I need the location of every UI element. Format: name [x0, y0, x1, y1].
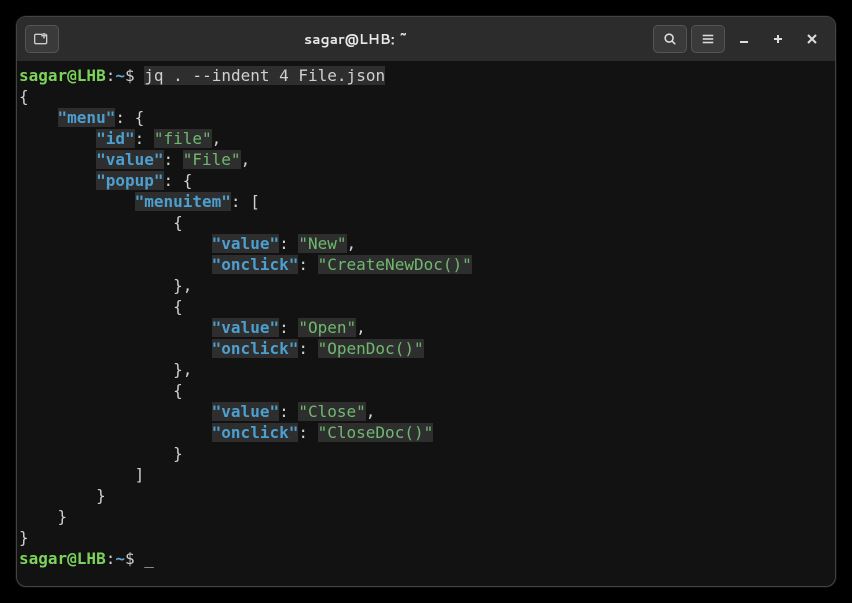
- json-string: "OpenDoc()": [318, 339, 424, 358]
- prompt-path: ~: [115, 549, 125, 568]
- json-key: "onclick": [212, 255, 299, 274]
- json-key: "value": [96, 150, 163, 169]
- prompt-symbol: $: [125, 66, 135, 85]
- json-string: "file": [154, 129, 212, 148]
- titlebar: sagar@LHB: ~: [17, 17, 835, 61]
- json-string: "Close": [298, 402, 365, 421]
- prompt-symbol: $: [125, 549, 135, 568]
- prompt-path: ~: [115, 66, 125, 85]
- titlebar-right: [653, 25, 827, 53]
- json-key: "menuitem": [135, 192, 231, 211]
- json-key: "menu": [58, 108, 116, 127]
- json-key: "popup": [96, 171, 163, 190]
- cursor: _: [144, 549, 154, 568]
- json-key: "value": [212, 318, 279, 337]
- prompt-user: sagar@LHB: [19, 549, 106, 568]
- terminal-body[interactable]: sagar@LHB:~$ jq . --indent 4 File.json {…: [17, 61, 835, 586]
- menu-button[interactable]: [691, 25, 725, 53]
- minimize-icon: [738, 33, 750, 45]
- command-text: jq . --indent 4 File.json: [144, 66, 385, 85]
- maximize-button[interactable]: [763, 25, 793, 53]
- search-button[interactable]: [653, 25, 687, 53]
- maximize-icon: [772, 33, 784, 45]
- json-string: "File": [183, 150, 241, 169]
- new-tab-icon: [34, 32, 50, 46]
- json-key: "value": [212, 402, 279, 421]
- json-string: "CloseDoc()": [318, 423, 434, 442]
- search-icon: [663, 32, 677, 46]
- close-button[interactable]: [797, 25, 827, 53]
- prompt-sep: :: [106, 66, 116, 85]
- json-string: "CreateNewDoc()": [318, 255, 472, 274]
- json-line: {: [19, 87, 29, 106]
- minimize-button[interactable]: [729, 25, 759, 53]
- prompt-user: sagar@LHB: [19, 66, 106, 85]
- json-string: "Open": [298, 318, 356, 337]
- json-string: "New": [298, 234, 346, 253]
- close-icon: [806, 33, 818, 45]
- json-key: "onclick": [212, 423, 299, 442]
- hamburger-icon: [701, 32, 715, 46]
- titlebar-left: [25, 25, 59, 53]
- json-key: "onclick": [212, 339, 299, 358]
- window-title: sagar@LHB: ~: [59, 29, 653, 49]
- terminal-window: sagar@LHB: ~: [16, 16, 836, 587]
- json-key: "value": [212, 234, 279, 253]
- new-tab-button[interactable]: [25, 25, 59, 53]
- json-key: "id": [96, 129, 135, 148]
